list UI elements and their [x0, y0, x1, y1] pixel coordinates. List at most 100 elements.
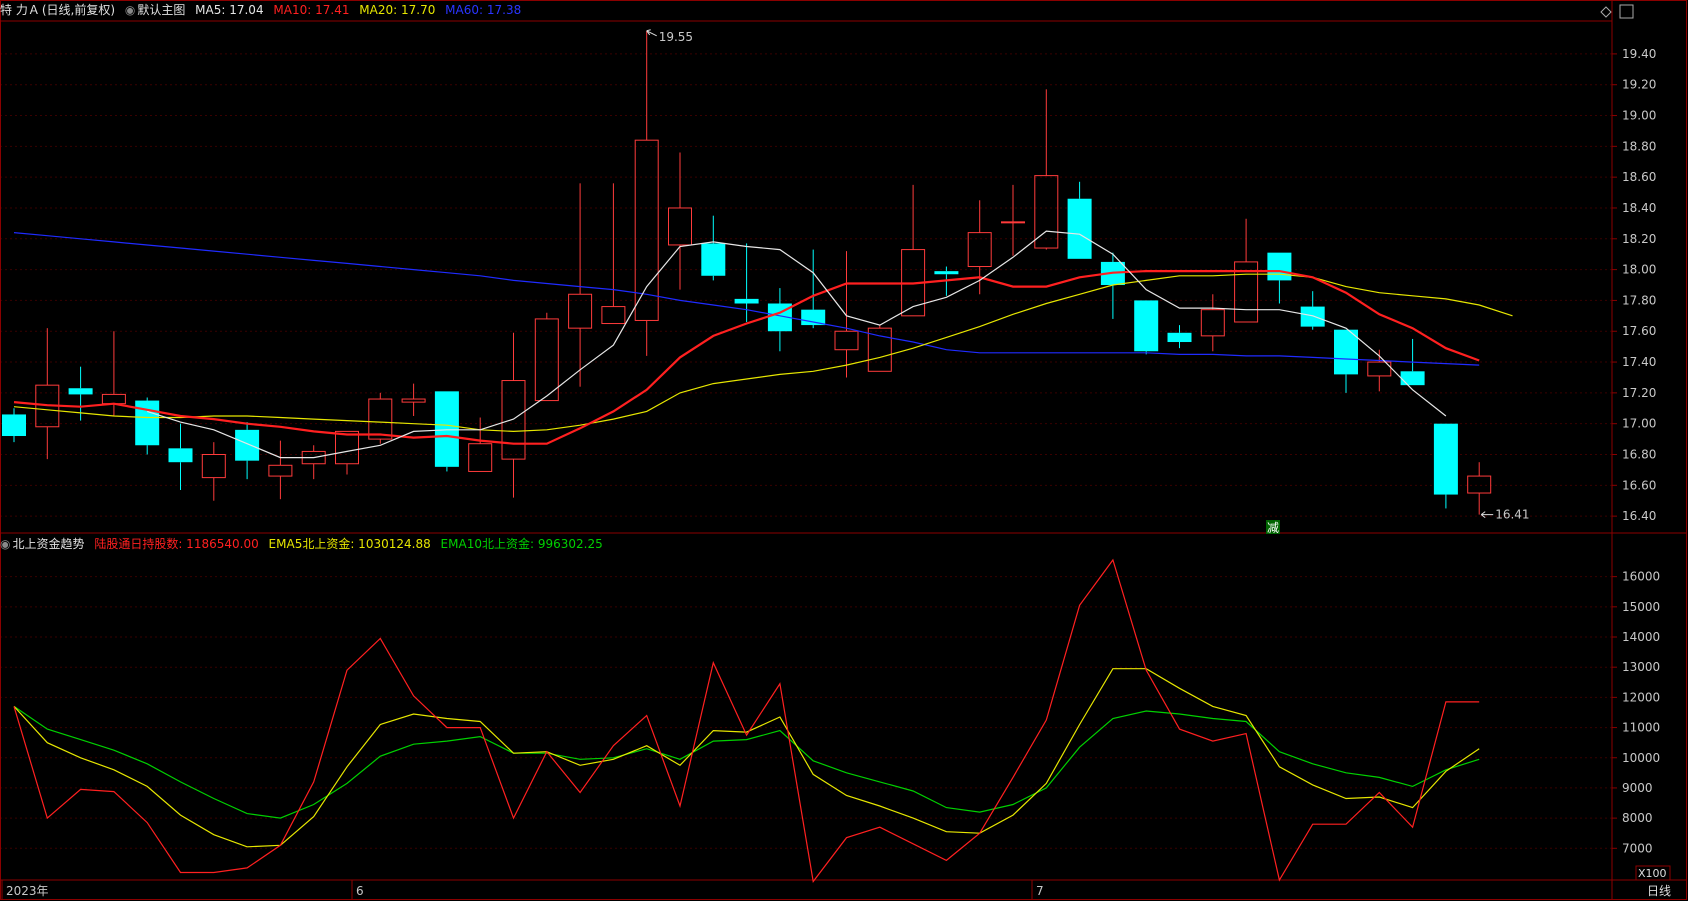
- candle-body: [701, 243, 726, 276]
- sub-y-axis: 16000 15000 14000 13000 12000 11000 10000 9000 8…: [1612, 570, 1660, 855]
- template-dropdown-icon[interactable]: ◉: [125, 3, 135, 17]
- candle-body: [568, 293, 593, 329]
- y-tick-label: 19.40: [1622, 47, 1656, 61]
- candle-body: [501, 380, 526, 460]
- template-name[interactable]: 默认主图: [137, 3, 185, 17]
- x-axis: 2023年 6 7: [1, 880, 1044, 900]
- candle-body: [1001, 221, 1025, 224]
- candle: [634, 30, 659, 356]
- stock-name[interactable]: 特 力Ａ: [0, 3, 40, 17]
- candle-body: [834, 330, 859, 351]
- candle-body: [801, 309, 826, 326]
- indicator-dropdown-icon[interactable]: ◉: [0, 537, 10, 551]
- ma10-label: MA10: 17.41: [273, 3, 350, 17]
- candle-body: [1300, 306, 1325, 327]
- candle-body: [68, 388, 93, 395]
- indicator-title[interactable]: 北上资金趋势: [12, 537, 84, 551]
- candle-body: [468, 443, 493, 472]
- y-tick-label: 13000: [1622, 660, 1660, 674]
- candle-body: [401, 398, 426, 403]
- candle-body: [368, 398, 393, 440]
- y-tick-label: 8000: [1622, 811, 1653, 825]
- lgt-label: 陆股通日持股数: 1186540.00: [94, 537, 259, 551]
- candle: [1200, 294, 1225, 352]
- candle: [1300, 291, 1325, 330]
- candle: [1034, 89, 1059, 250]
- candle: [568, 183, 593, 387]
- candle: [135, 397, 160, 455]
- x-tick-label: 7: [1036, 884, 1044, 898]
- y-tick-label: 11000: [1622, 721, 1660, 735]
- candle-body: [601, 306, 626, 325]
- period-type: (日线,前复权): [41, 3, 116, 17]
- y-tick-label: 17.60: [1622, 324, 1656, 338]
- candle-body: [235, 429, 260, 461]
- ma60-label: MA60: 17.38: [445, 3, 522, 17]
- x-unit-badge[interactable]: X100: [1635, 865, 1671, 881]
- ema10-label: EMA10北上资金: 996302.25: [440, 537, 603, 551]
- y-tick-label: 17.40: [1622, 355, 1656, 369]
- maximize-icon[interactable]: [1619, 4, 1634, 19]
- candle-body: [668, 207, 692, 246]
- chart-canvas[interactable]: 19.40 19.20 19.00 18.80 18.60 18.40 18.20 18.00…: [0, 0, 1688, 901]
- candle-body: [1134, 300, 1159, 352]
- ema10-line: [13, 705, 1480, 819]
- reduce-tag[interactable]: 减: [1266, 520, 1280, 535]
- candle: [434, 391, 459, 472]
- y-tick-label: 19.00: [1622, 109, 1656, 123]
- candle-body: [934, 271, 959, 275]
- period-button[interactable]: 日线: [1647, 884, 1671, 898]
- x-unit-label: X100: [1638, 867, 1667, 880]
- candle-body: [1267, 252, 1292, 281]
- candle: [834, 251, 859, 378]
- candle-body: [1467, 475, 1492, 494]
- y-tick-label: 14000: [1622, 630, 1660, 644]
- ma20-line: [13, 273, 1513, 433]
- candle-body: [1067, 198, 1092, 259]
- candle: [801, 249, 826, 329]
- y-tick-label: 18.40: [1622, 201, 1656, 215]
- y-tick-label: 15000: [1622, 600, 1660, 614]
- candle: [1267, 252, 1292, 304]
- ma5-label: MA5: 17.04: [195, 3, 264, 17]
- high-marker: 19.55: [646, 29, 693, 44]
- candle-body: [1200, 309, 1225, 337]
- y-tick-label: 18.60: [1622, 170, 1656, 184]
- candle-body: [1433, 423, 1458, 495]
- y-tick-label: 19.20: [1622, 78, 1656, 92]
- candle-body: [1167, 332, 1192, 343]
- high-price-label: 19.55: [659, 30, 693, 44]
- candle: [701, 215, 726, 281]
- candle: [301, 445, 326, 480]
- candle-body: [2, 414, 26, 437]
- candle-body: [967, 232, 992, 268]
- candle: [35, 328, 60, 460]
- y-tick-label: 16.60: [1622, 478, 1656, 492]
- candle-body: [201, 454, 226, 479]
- y-tick-label: 18.20: [1622, 232, 1656, 246]
- y-tick-label: 16000: [1622, 570, 1660, 584]
- candle-body: [335, 430, 359, 465]
- y-tick-label: 17.20: [1622, 386, 1656, 400]
- candle-body: [168, 448, 193, 463]
- y-tick-label: 16.40: [1622, 509, 1656, 523]
- candle-body: [1400, 371, 1425, 386]
- candle: [668, 152, 692, 290]
- y-tick-label: 18.80: [1622, 139, 1656, 153]
- candle: [201, 442, 226, 501]
- y-tick-label: 9000: [1622, 781, 1653, 795]
- sub-lines-layer: [13, 558, 1480, 883]
- candle-body: [101, 393, 126, 405]
- candle: [1167, 325, 1192, 349]
- candle-body: [1334, 329, 1358, 375]
- y-tick-label: 12000: [1622, 690, 1660, 704]
- y-tick-label: 7000: [1622, 841, 1653, 855]
- main-y-axis: 19.40 19.20 19.00 18.80 18.60 18.40 18.20 18.00…: [1612, 47, 1656, 523]
- candle-layer: [2, 30, 1492, 515]
- lgt-line: [13, 558, 1480, 883]
- candle: [867, 325, 892, 372]
- candle: [168, 423, 193, 490]
- candle: [1334, 329, 1358, 393]
- candle-body: [734, 298, 759, 304]
- diamond-icon[interactable]: [1600, 6, 1612, 18]
